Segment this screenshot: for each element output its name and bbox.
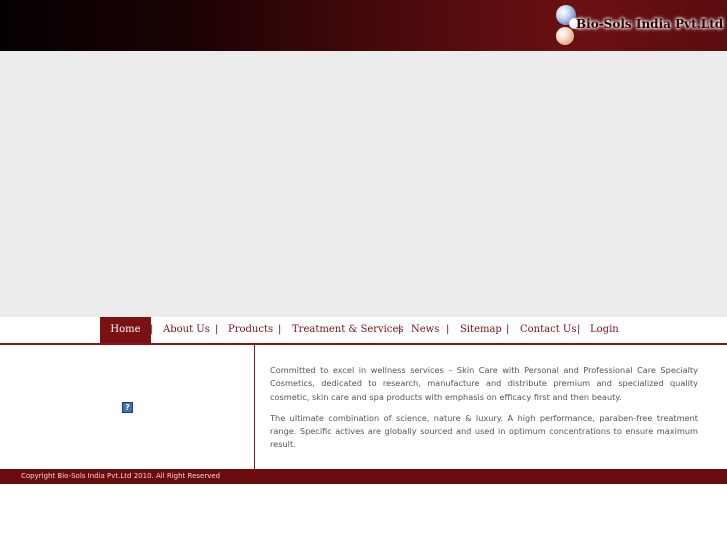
nav-separator: | <box>446 324 450 335</box>
nav-separator: | <box>577 324 581 335</box>
main-nav: Home | About Us | Products | Treatment &… <box>0 317 727 343</box>
site-header: Bio-Sols India Pvt.Ltd <box>0 0 727 51</box>
brand-logo[interactable]: Bio-Sols India Pvt.Ltd <box>554 5 724 47</box>
column-divider <box>254 345 255 469</box>
logo-orb-icon <box>556 27 574 45</box>
intro-paragraph: Committed to excel in wellness services … <box>270 365 698 402</box>
brand-name: Bio-Sols India Pvt.Ltd <box>576 17 724 31</box>
nav-sitemap[interactable]: Sitemap <box>460 317 502 343</box>
nav-about-us[interactable]: About Us <box>163 317 210 343</box>
intro-content: Committed to excel in wellness services … <box>270 364 698 460</box>
nav-separator: | <box>150 324 154 335</box>
intro-paragraph: The ultimate combination of science, nat… <box>270 412 698 450</box>
hero-banner <box>0 51 727 317</box>
nav-separator: | <box>215 324 219 335</box>
nav-contact-us[interactable]: Contact Us <box>520 317 576 343</box>
nav-separator: | <box>398 324 402 335</box>
copyright-text: Copyright Bio-Sols India Pvt.Ltd 2010. A… <box>21 472 221 480</box>
nav-news[interactable]: News <box>411 317 439 343</box>
nav-home[interactable]: Home <box>100 317 151 343</box>
nav-login[interactable]: Login <box>590 317 619 343</box>
nav-separator: | <box>278 324 282 335</box>
nav-products[interactable]: Products <box>228 317 273 343</box>
nav-treatment-services[interactable]: Treatment & Services <box>292 317 404 343</box>
site-footer: Copyright Bio-Sols India Pvt.Ltd 2010. A… <box>0 469 727 484</box>
nav-separator: | <box>506 324 510 335</box>
broken-image-icon: ? <box>122 402 133 413</box>
